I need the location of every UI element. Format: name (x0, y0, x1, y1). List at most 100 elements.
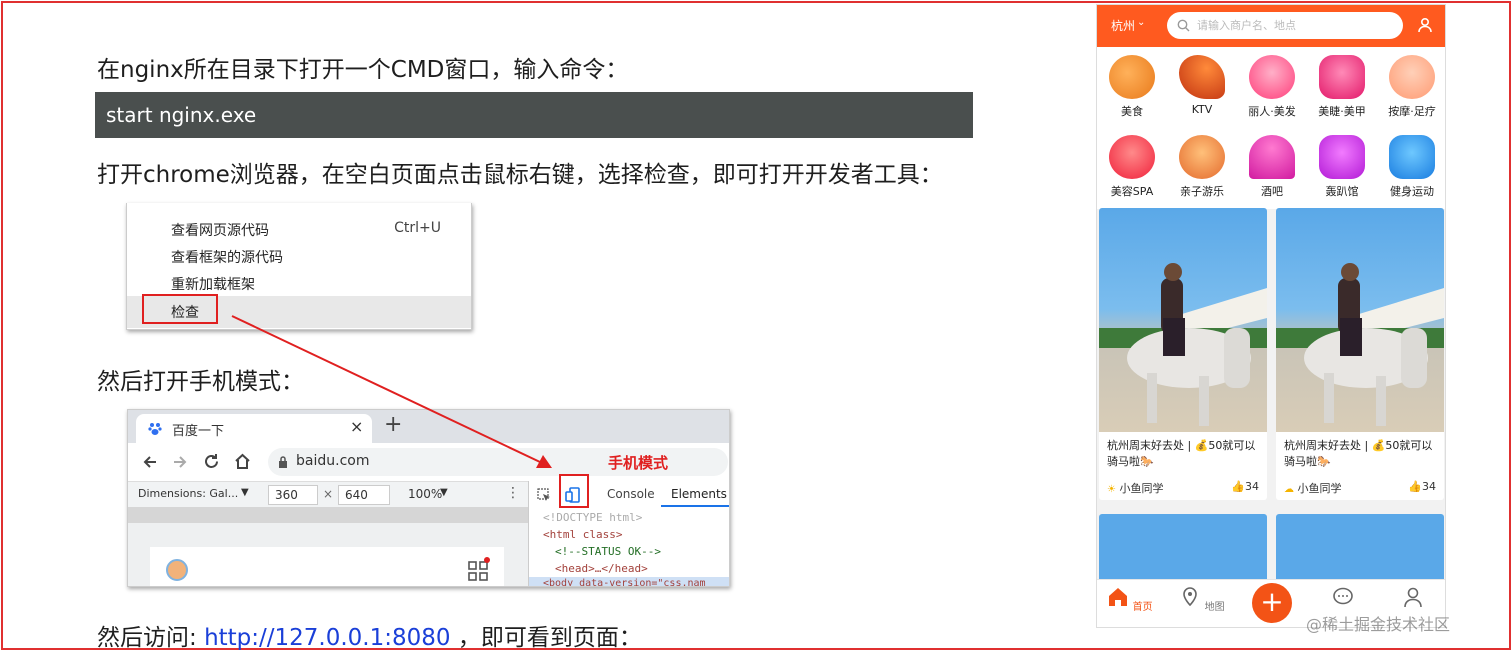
category-grid: 美食 KTV 丽人·美发 美睫·美甲 按摩·足疗 美容SPA 亲子游乐 酒吧 轰… (1097, 47, 1445, 209)
category-beauty-hair[interactable]: 丽人·美发 (1239, 55, 1305, 119)
category-label: 亲子游乐 (1180, 185, 1224, 198)
map-pin-icon (1183, 587, 1198, 607)
reload-icon[interactable] (203, 453, 220, 470)
food-icon (1109, 55, 1155, 99)
chat-bubble-icon (1333, 587, 1353, 605)
home-icon[interactable] (234, 453, 251, 470)
thumb-up-icon: 👍 (1231, 480, 1245, 493)
phone-screenshot: 杭州 ⌄ 请输入商户名、地点 美食 KTV 丽人·美发 美睫·美甲 按摩·足疗 … (1096, 4, 1446, 628)
menu-item-shortcut: Ctrl+U (394, 220, 441, 236)
card-title: 杭州周末好去处 | 💰50就可以骑马啦🐎 (1284, 439, 1433, 468)
menu-item-view-frame-source[interactable]: 查看框架的源代码 (171, 247, 283, 267)
tab-home[interactable]: 首页 (1105, 586, 1155, 613)
search-placeholder: 请输入商户名、地点 (1197, 19, 1296, 32)
step4-text: 然后访问: http://127.0.0.1:8080 ，即可看到页面： (97, 618, 642, 651)
microphone-icon (1179, 55, 1225, 99)
likes-count: 34 (1422, 480, 1436, 493)
notification-dot (484, 557, 490, 563)
thumb-up-icon: 👍 (1408, 480, 1422, 493)
step4-suffix: ，即可看到页面： (450, 625, 642, 651)
qr-code-icon[interactable] (468, 561, 488, 581)
dimensions-select[interactable]: Dimensions: Gal... (138, 487, 238, 500)
hair-icon (1249, 55, 1295, 99)
category-food[interactable]: 美食 (1099, 55, 1165, 119)
tab-messages[interactable] (1318, 586, 1368, 613)
tab-label: 地图 (1204, 602, 1225, 613)
category-label: 轰趴馆 (1325, 185, 1359, 198)
menu-item-view-source[interactable]: 查看网页源代码 (171, 220, 269, 240)
tab-profile[interactable] (1388, 586, 1438, 613)
party-mask-icon (1319, 135, 1365, 179)
tab-elements[interactable]: Elements (671, 487, 727, 501)
tab-title: 百度一下 (172, 424, 225, 439)
zoom-chevron-icon: ▼ (440, 487, 448, 498)
user-icon[interactable] (1418, 17, 1432, 33)
devtools-panel: Console Elements <!DOCTYPE html> <html c… (528, 474, 729, 587)
code-line: <!--STATUS OK--> (555, 545, 661, 558)
viewport-card (150, 547, 504, 586)
back-icon[interactable] (142, 454, 158, 470)
browser-screenshot: 百度一下 × + baidu.com Dimensions: Gal... ▼ … (127, 409, 730, 587)
card-title: 杭州周末好去处 | 💰50就可以骑马啦🐎 (1107, 439, 1256, 468)
foot-icon (1389, 55, 1435, 99)
height-input[interactable]: 640 (338, 485, 390, 505)
feed-card[interactable]: 杭州周末好去处 | 💰50就可以骑马啦🐎 ☁ 小鱼同学 👍34 (1276, 208, 1444, 500)
active-tab-indicator (661, 505, 729, 507)
step4-prefix: 然后访问: (97, 625, 205, 651)
tab-console[interactable]: Console (607, 487, 655, 501)
step1-text: 在nginx所在目录下打开一个CMD窗口，输入命令： (97, 57, 629, 83)
chevron-down-icon: ▼ (241, 487, 249, 498)
family-icon (1179, 135, 1225, 179)
dumbbell-icon (1389, 135, 1435, 179)
card-author: 小鱼同学 (1119, 482, 1164, 495)
card-likes[interactable]: 👍34 (1408, 480, 1436, 493)
phone-header: 杭州 ⌄ 请输入商户名、地点 (1097, 5, 1445, 47)
feed-card[interactable] (1276, 514, 1444, 584)
category-spa[interactable]: 美容SPA (1099, 135, 1165, 199)
code-line: <body data-version="css.nam (543, 578, 706, 587)
lock-icon (279, 456, 287, 468)
step2-text: 打开chrome浏览器，在空白页面点击鼠标右键，选择检查，即可打开开发者工具： (97, 162, 943, 188)
category-fitness[interactable]: 健身运动 (1379, 135, 1445, 199)
cocktail-icon (1249, 135, 1295, 179)
face-mask-icon (1109, 135, 1155, 179)
avatar (166, 559, 188, 581)
zoom-select[interactable]: 100% (408, 487, 442, 501)
localhost-link[interactable]: http://127.0.0.1:8080 (204, 625, 450, 651)
phone-search-input[interactable]: 请输入商户名、地点 (1167, 12, 1403, 39)
category-family[interactable]: 亲子游乐 (1169, 135, 1235, 199)
tab-close-icon[interactable]: × (350, 417, 363, 436)
category-massage[interactable]: 按摩·足疗 (1379, 55, 1445, 119)
user-icon (1404, 587, 1422, 608)
category-label: 美容SPA (1110, 185, 1154, 198)
menu-item-reload-frame[interactable]: 重新加载框架 (171, 274, 255, 294)
category-ktv[interactable]: KTV (1169, 55, 1235, 116)
feed-card[interactable] (1099, 514, 1267, 584)
add-button[interactable]: + (1252, 583, 1292, 623)
nail-polish-icon (1319, 55, 1365, 99)
feed-card[interactable]: 杭州周末好去处 | 💰50就可以骑马啦🐎 ☀ 小鱼同学 👍34 (1099, 208, 1267, 500)
card-likes[interactable]: 👍34 (1231, 480, 1259, 493)
category-nails[interactable]: 美睫·美甲 (1309, 55, 1375, 119)
category-label: 按摩·足疗 (1388, 105, 1436, 118)
tab-strip: 百度一下 × + (128, 410, 729, 443)
category-label: 酒吧 (1261, 185, 1283, 198)
category-bar[interactable]: 酒吧 (1239, 135, 1305, 199)
device-viewport (128, 523, 528, 586)
likes-count: 34 (1245, 480, 1259, 493)
city-selector[interactable]: 杭州 (1111, 17, 1135, 34)
more-options-icon[interactable]: ⋮ (506, 485, 520, 501)
width-input[interactable]: 360 (268, 485, 318, 505)
category-label: 美食 (1121, 105, 1143, 118)
inspect-element-icon[interactable] (537, 488, 551, 502)
new-tab-icon[interactable]: + (384, 412, 402, 437)
browser-tab[interactable]: 百度一下 × (136, 414, 372, 443)
watermark: @稀土掘金技术社区 (1306, 615, 1451, 634)
code-line: <html class> (543, 528, 623, 541)
horse-rider-photo (1099, 263, 1267, 426)
code-line: <!DOCTYPE html> (543, 511, 643, 524)
device-ruler (128, 507, 528, 523)
forward-icon[interactable] (172, 454, 188, 470)
tab-map[interactable]: 地图 (1177, 586, 1227, 613)
category-party[interactable]: 轰趴馆 (1309, 135, 1375, 199)
